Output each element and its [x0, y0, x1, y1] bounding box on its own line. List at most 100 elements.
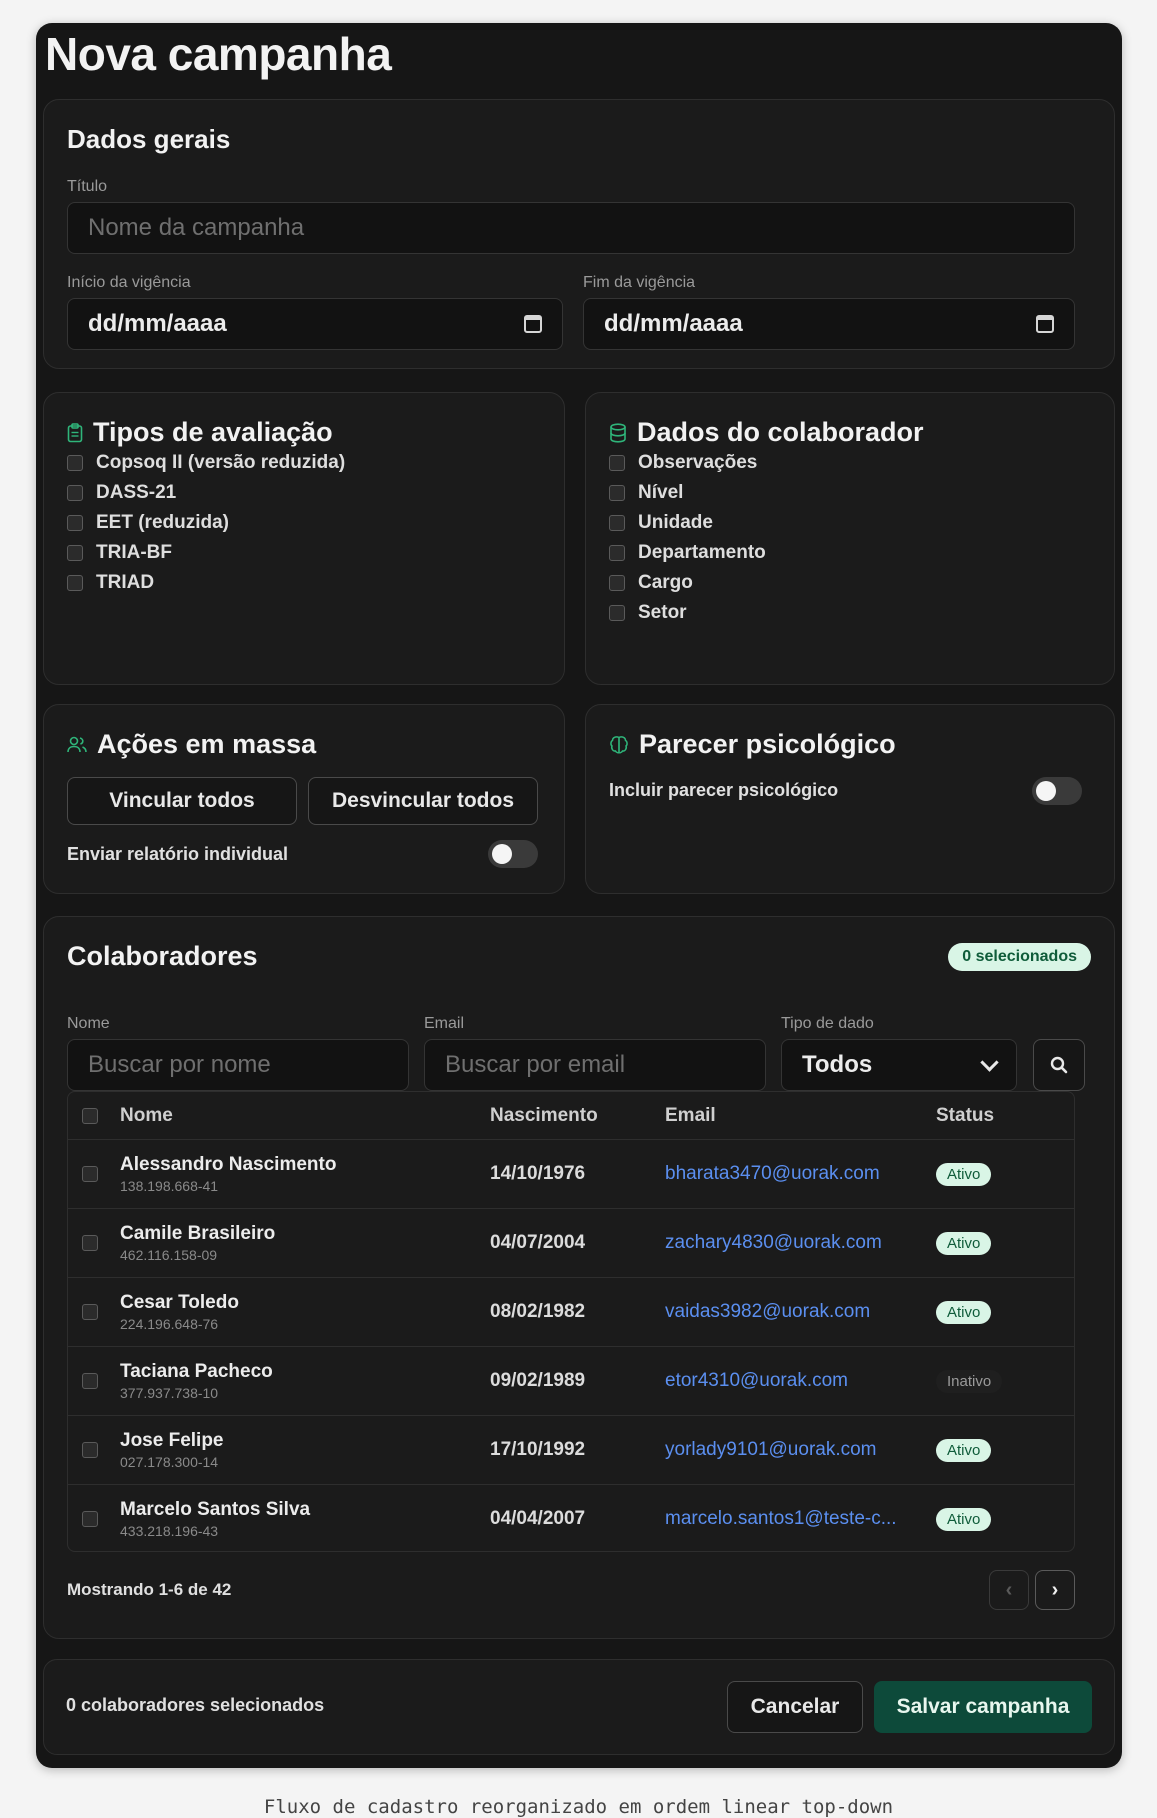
- inicio-vigencia-input[interactable]: dd/mm/aaaa: [67, 298, 563, 350]
- column-header-nascimento[interactable]: Nascimento: [490, 1092, 665, 1140]
- status-cell: Ativo: [936, 1139, 1074, 1209]
- checkbox[interactable]: [609, 455, 625, 471]
- email-link[interactable]: vaidas3982@uorak.com: [665, 1277, 936, 1347]
- checkbox[interactable]: [609, 515, 625, 531]
- birth-date: 09/02/1989: [490, 1346, 665, 1416]
- dados-gerais-title: Dados gerais: [67, 124, 231, 154]
- checkbox-label: Departamento: [638, 542, 766, 563]
- row-checkbox[interactable]: [82, 1304, 98, 1320]
- column-header-nome[interactable]: Nome: [120, 1092, 490, 1140]
- status-badge: Ativo: [936, 1162, 992, 1186]
- email-link[interactable]: marcelo.santos1@teste-c...: [665, 1485, 936, 1552]
- checkbox[interactable]: [67, 575, 83, 591]
- email-link[interactable]: yorlady9101@uorak.com: [665, 1415, 936, 1485]
- checkbox-option[interactable]: EET (reduzida): [67, 512, 229, 534]
- toggle-knob: [1036, 781, 1056, 801]
- checkbox-option[interactable]: DASS-21: [67, 482, 176, 504]
- checkbox-label: Copsoq II (versão reduzida): [96, 452, 346, 473]
- table-row[interactable]: Taciana Pacheco 377.937.738-10 09/02/1989 e…: [68, 1346, 1074, 1416]
- status-cell: Ativo: [936, 1277, 1074, 1347]
- row-select-cell: [68, 1208, 120, 1278]
- colaborador-cpf: 433.218.196-43: [120, 1523, 219, 1539]
- checkbox[interactable]: [609, 545, 625, 561]
- status-badge: Ativo: [936, 1507, 992, 1531]
- select-all-cell: [68, 1092, 120, 1140]
- chevron-left-icon: ‹: [1005, 1578, 1013, 1601]
- colaboradores-title: Colaboradores: [67, 941, 258, 971]
- search-email-input[interactable]: Buscar por email: [424, 1039, 766, 1091]
- checkbox[interactable]: [609, 575, 625, 591]
- save-campaign-button[interactable]: Salvar campanha: [874, 1681, 1092, 1733]
- colaborador-name: Cesar Toledo: [120, 1292, 239, 1313]
- status-cell: Ativo: [936, 1415, 1074, 1485]
- checkbox-label: TRIAD: [96, 572, 155, 593]
- tipos-avaliacao-card: Tipos de avaliação Copsoq II (versão red…: [43, 392, 565, 685]
- checkbox-option[interactable]: Setor: [609, 602, 687, 624]
- select-all-checkbox[interactable]: [82, 1107, 98, 1124]
- status-badge: Ativo: [936, 1438, 992, 1462]
- table-row[interactable]: Camile Brasileiro 462.116.158-09 04/07/200…: [68, 1208, 1074, 1278]
- calendar-icon[interactable]: [1036, 315, 1054, 333]
- filter-tipo-label: Tipo de dado: [781, 1015, 874, 1032]
- checkbox-option[interactable]: Cargo: [609, 572, 693, 594]
- parecer-card: Parecer psicológico Incluir parecer psic…: [585, 704, 1115, 894]
- checkbox-option[interactable]: Unidade: [609, 512, 713, 534]
- titulo-input[interactable]: Nome da campanha: [67, 202, 1075, 254]
- checkbox-option[interactable]: TRIA-BF: [67, 542, 172, 564]
- prev-page-button[interactable]: ‹: [989, 1570, 1029, 1610]
- checkbox-option[interactable]: Departamento: [609, 542, 766, 564]
- checkbox-option[interactable]: Nível: [609, 482, 683, 504]
- row-select-cell: [68, 1139, 120, 1209]
- column-header-status[interactable]: Status: [936, 1092, 1074, 1140]
- checkbox-option[interactable]: TRIAD: [67, 572, 154, 594]
- fim-vigencia-input[interactable]: dd/mm/aaaa: [583, 298, 1075, 350]
- checkbox[interactable]: [67, 515, 83, 531]
- row-checkbox[interactable]: [82, 1235, 98, 1251]
- colaborador-cpf: 138.198.668-41: [120, 1178, 219, 1194]
- email-link[interactable]: zachary4830@uorak.com: [665, 1208, 936, 1278]
- checkbox-option[interactable]: Copsoq II (versão reduzida): [67, 452, 345, 474]
- selected-colaboradores-text: 0 colaboradores selecionados: [66, 1695, 325, 1715]
- table-row[interactable]: Cesar Toledo 224.196.648-76 08/02/1982 vaid…: [68, 1277, 1074, 1347]
- checkbox[interactable]: [609, 485, 625, 501]
- row-checkbox[interactable]: [82, 1373, 98, 1389]
- cancel-button[interactable]: Cancelar: [727, 1681, 863, 1733]
- email-link[interactable]: etor4310@uorak.com: [665, 1346, 936, 1416]
- vincular-todos-button[interactable]: Vincular todos: [67, 777, 297, 825]
- inicio-vigencia-value: dd/mm/aaaa: [88, 310, 227, 337]
- checkbox-label: Observações: [638, 452, 758, 473]
- search-button[interactable]: [1033, 1039, 1085, 1091]
- table-header-row: Nome Nascimento Email Status: [68, 1092, 1074, 1140]
- table-row[interactable]: Jose Felipe 027.178.300-14 17/10/1992 yorla…: [68, 1415, 1074, 1485]
- birth-date: 04/04/2007: [490, 1508, 586, 1529]
- next-page-button[interactable]: ›: [1035, 1570, 1075, 1610]
- row-checkbox[interactable]: [82, 1166, 98, 1182]
- pagination-text: Mostrando 1-6 de 42: [67, 1580, 232, 1599]
- titulo-placeholder: Nome da campanha: [88, 214, 305, 241]
- desvincular-todos-button[interactable]: Desvincular todos: [308, 777, 538, 825]
- tipo-dado-select[interactable]: Todos: [781, 1039, 1017, 1091]
- incluir-parecer-toggle[interactable]: [1032, 777, 1082, 805]
- column-header-email[interactable]: Email: [665, 1092, 936, 1140]
- calendar-icon[interactable]: [524, 315, 542, 333]
- parecer-header: Parecer psicológico: [609, 729, 896, 760]
- checkbox[interactable]: [67, 485, 83, 501]
- row-checkbox[interactable]: [82, 1511, 98, 1527]
- row-checkbox[interactable]: [82, 1442, 98, 1458]
- checkbox[interactable]: [67, 455, 83, 471]
- colaborador-name: Camile Brasileiro: [120, 1223, 276, 1244]
- email-link[interactable]: bharata3470@uorak.com: [665, 1139, 936, 1209]
- name-cell: Taciana Pacheco 377.937.738-10: [120, 1346, 490, 1416]
- search-name-input[interactable]: Buscar por nome: [67, 1039, 409, 1091]
- incluir-parecer-label: Incluir parecer psicológico: [609, 780, 839, 800]
- titulo-label: Título: [67, 178, 108, 195]
- checkbox-label: TRIA-BF: [96, 542, 172, 563]
- dados-gerais-card: Dados gerais Título Nome da campanha Iní…: [43, 99, 1115, 369]
- checkbox[interactable]: [67, 545, 83, 561]
- status-badge: Inativo: [936, 1369, 1003, 1393]
- table-row[interactable]: Marcelo Santos Silva 433.218.196-43 04/04/…: [68, 1485, 1074, 1552]
- checkbox-option[interactable]: Observações: [609, 452, 757, 474]
- table-row[interactable]: Alessandro Nascimento 138.198.668-41 14/10…: [68, 1139, 1074, 1209]
- relatorio-individual-toggle[interactable]: [488, 840, 538, 868]
- checkbox[interactable]: [609, 605, 625, 621]
